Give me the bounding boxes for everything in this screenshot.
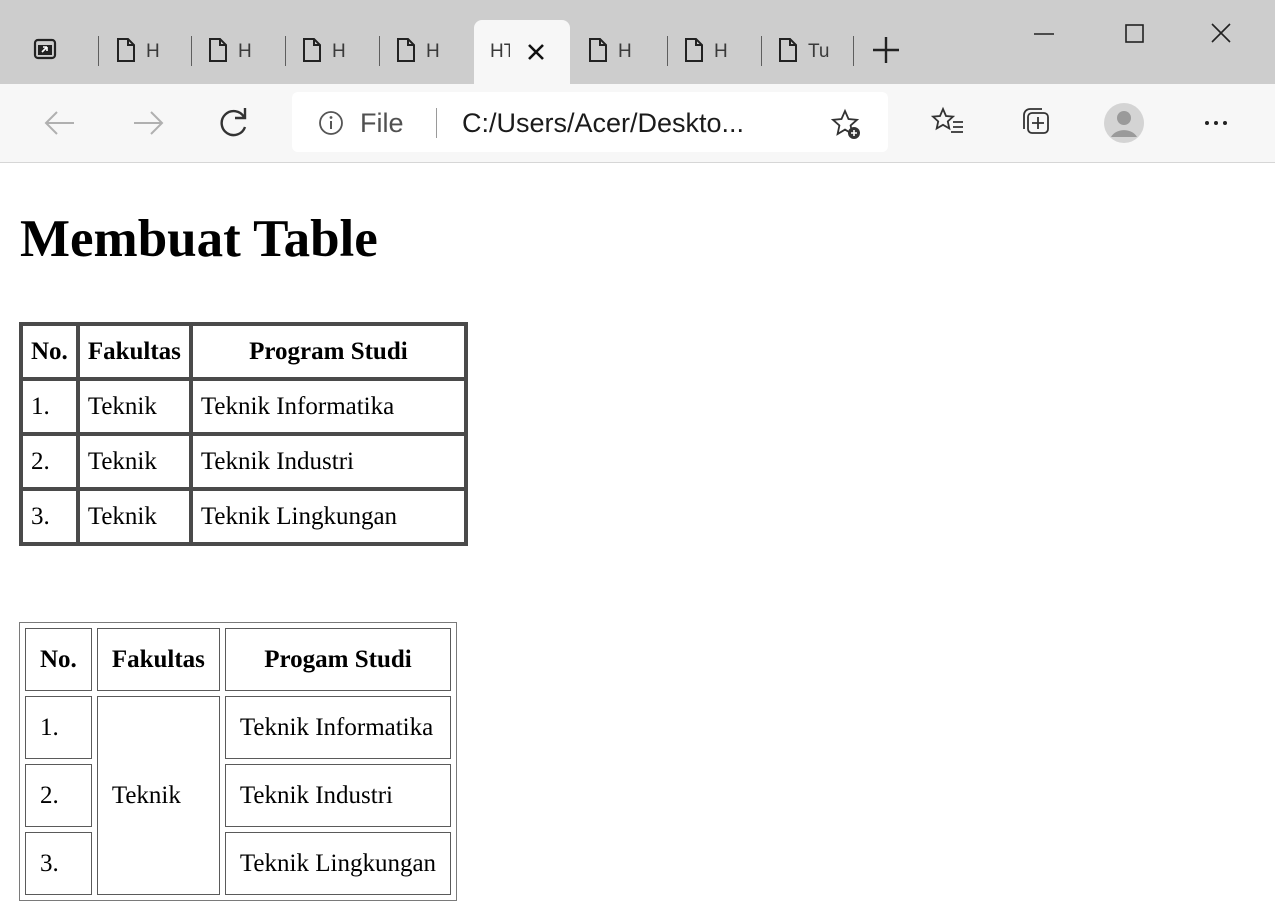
browser-toolbar: File C:/Users/Acer/Deskto... — [0, 84, 1275, 163]
cell-program-studi: Teknik Lingkungan — [224, 832, 452, 895]
tab-3[interactable]: H — [286, 20, 380, 84]
tab-8[interactable]: Tu — [762, 20, 854, 84]
tab-label: H — [332, 41, 346, 62]
cell-no: 2. — [21, 434, 78, 489]
table-header-row: No. Fakultas Program Studi — [21, 324, 466, 379]
tab-2[interactable]: H — [192, 20, 286, 84]
address-divider — [436, 108, 437, 138]
collections-icon[interactable] — [1014, 101, 1058, 145]
header-no: No. — [21, 324, 78, 379]
header-fakultas: Fakultas — [77, 324, 191, 379]
table-row: 1. Teknik Teknik Informatika — [21, 379, 466, 434]
document-icon — [209, 38, 227, 62]
page-title: Membuat Table — [20, 210, 378, 268]
tab-label: H — [714, 41, 728, 62]
cell-fakultas: Teknik — [77, 379, 191, 434]
cell-program-studi: Teknik Industri — [190, 434, 466, 489]
window-close-button[interactable] — [1192, 14, 1252, 58]
cell-no: 2. — [25, 764, 92, 827]
cell-program-studi: Teknik Lingkungan — [190, 489, 466, 544]
cell-fakultas: Teknik — [77, 489, 191, 544]
cell-program-studi: Teknik Industri — [224, 764, 452, 827]
tab-label: H — [146, 41, 160, 62]
cell-program-studi: Teknik Informatika — [224, 696, 452, 759]
table-row: 2. Teknik Industri — [25, 764, 452, 827]
header-no: No. — [25, 628, 92, 691]
favorites-icon[interactable] — [926, 101, 970, 145]
forward-icon[interactable] — [126, 101, 170, 145]
cell-no: 1. — [21, 379, 78, 434]
new-tab-icon[interactable] — [868, 32, 904, 68]
tab-label: H — [618, 41, 632, 62]
page-content: Membuat Table No. Fakultas Program Studi… — [0, 163, 1275, 901]
table-row: 3. Teknik Lingkungan — [25, 832, 452, 895]
header-fakultas: Fakultas — [96, 628, 220, 691]
tab-7[interactable]: H — [668, 20, 762, 84]
cell-no: 3. — [25, 832, 92, 895]
address-url[interactable]: C:/Users/Acer/Deskto... — [462, 108, 744, 139]
table-header-row: No. Fakultas Progam Studi — [25, 628, 452, 691]
tab-active[interactable]: HTML — [474, 20, 570, 86]
cell-no: 1. — [25, 696, 92, 759]
cell-fakultas: Teknik — [77, 434, 191, 489]
tab-4[interactable]: H — [380, 20, 474, 84]
info-icon[interactable] — [318, 110, 344, 136]
maximize-icon — [1125, 24, 1144, 43]
table-program-studi: No. Fakultas Program Studi 1. Teknik Tek… — [19, 322, 468, 546]
close-icon[interactable] — [522, 38, 550, 66]
tab-label: H — [426, 41, 440, 62]
tab-6[interactable]: H — [572, 20, 668, 84]
tab-label: Tu — [808, 41, 830, 62]
cell-program-studi: Teknik Informatika — [190, 379, 466, 434]
document-icon — [685, 38, 703, 62]
add-favorite-icon[interactable] — [828, 106, 864, 142]
tab-1[interactable]: H — [100, 20, 192, 84]
tab-divider — [98, 36, 99, 66]
table-row: 2. Teknik Teknik Industri — [21, 434, 466, 489]
table-program-studi-rowspan: No. Fakultas Progam Studi 1. Teknik Tekn… — [19, 622, 458, 901]
header-program-studi: Program Studi — [190, 324, 466, 379]
browser-title-bar: H H H H HTML H H Tu — [0, 0, 1275, 86]
profile-icon[interactable] — [1102, 101, 1146, 145]
header-program-studi: Progam Studi — [224, 628, 452, 691]
refresh-icon[interactable] — [212, 101, 256, 145]
tab-label: HTML — [490, 41, 510, 62]
maximize-button[interactable] — [1104, 14, 1164, 58]
minimize-button[interactable] — [1014, 14, 1074, 58]
document-icon — [397, 38, 415, 62]
tab-actions-icon[interactable] — [30, 34, 60, 64]
tab-label: H — [238, 41, 252, 62]
tab-divider — [853, 36, 854, 66]
address-bar[interactable]: File C:/Users/Acer/Deskto... — [292, 92, 888, 152]
minimize-icon — [1034, 33, 1054, 35]
address-scheme-label: File — [360, 108, 404, 138]
document-icon — [779, 38, 797, 62]
cell-fakultas-merged: Teknik — [96, 696, 220, 895]
document-icon — [303, 38, 321, 62]
table-row: 1. Teknik Teknik Informatika — [25, 696, 452, 895]
cell-no: 3. — [21, 489, 78, 544]
back-icon[interactable] — [38, 101, 82, 145]
document-icon — [589, 38, 607, 62]
window-close-icon — [1211, 23, 1231, 43]
table-row: 3. Teknik Teknik Lingkungan — [21, 489, 466, 544]
document-icon — [117, 38, 135, 62]
more-icon[interactable] — [1194, 101, 1238, 145]
